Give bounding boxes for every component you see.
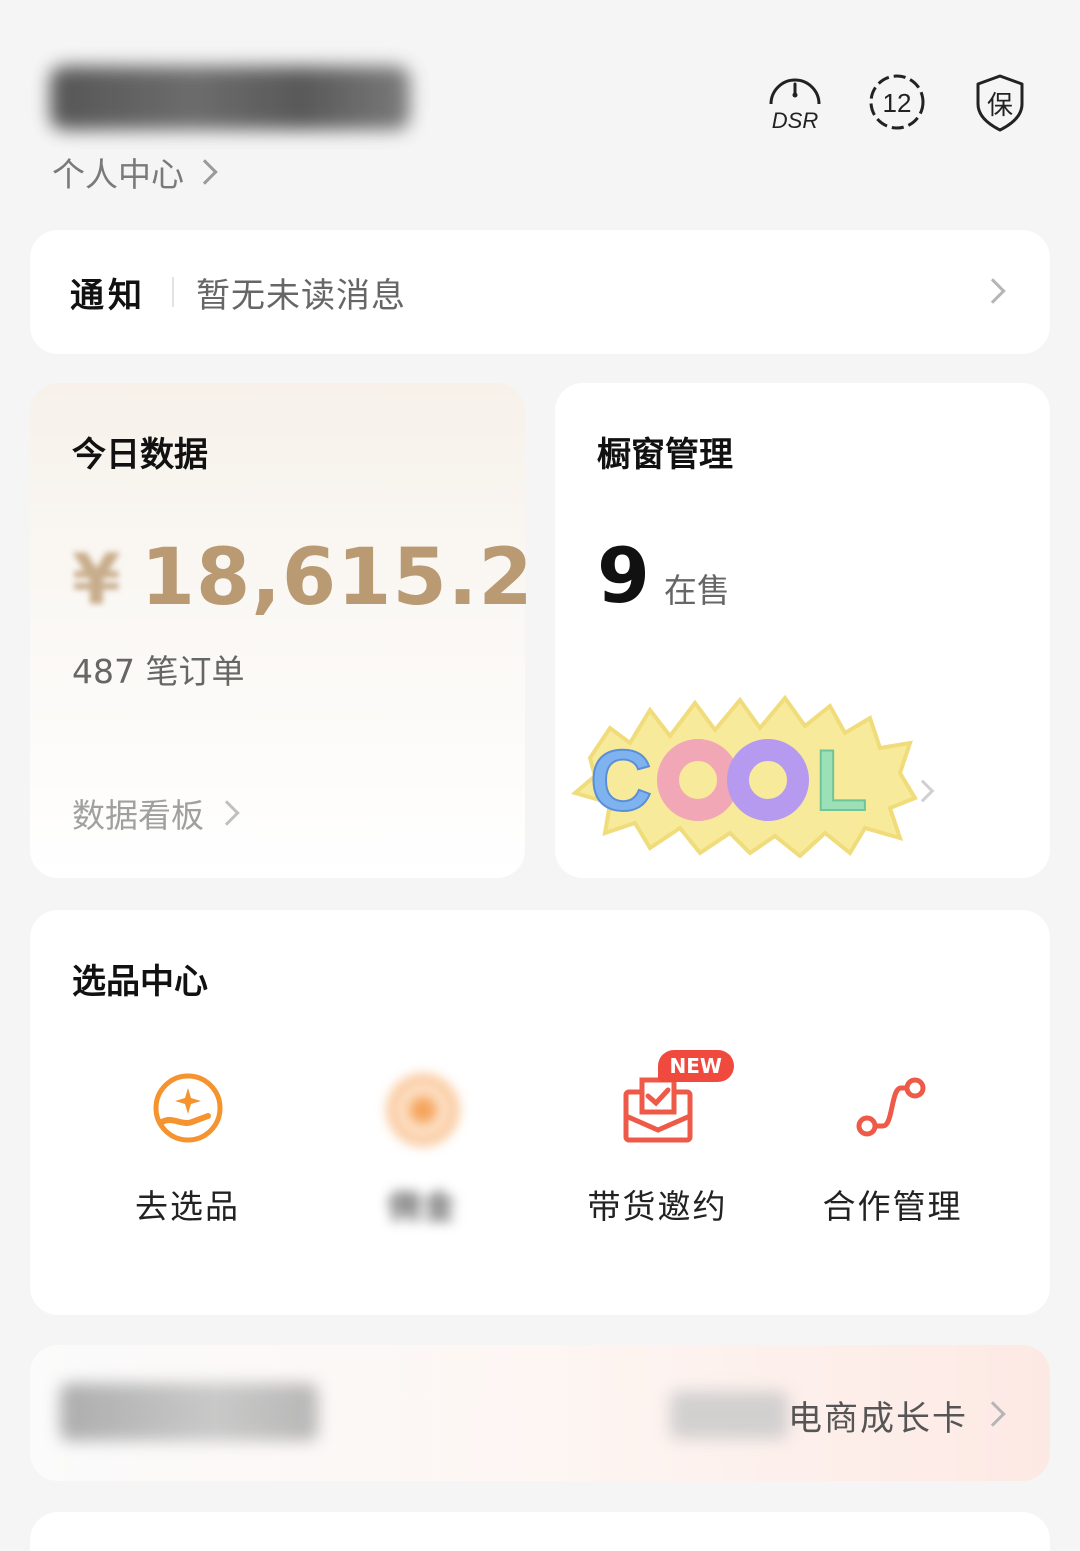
showcase-management-card[interactable]: 橱窗管理 9 在售 C L xyxy=(555,383,1050,878)
store-name-blurred xyxy=(50,66,410,130)
currency-symbol: ¥ xyxy=(72,539,121,621)
growth-blurred-text xyxy=(60,1383,318,1441)
sticker-text-l: L xyxy=(815,733,868,829)
notice-title: 通知 xyxy=(70,275,146,316)
profile-center-link[interactable]: 个人中心 xyxy=(52,150,218,194)
profile-link-label: 个人中心 xyxy=(52,155,184,194)
cool-sticker-image: C L xyxy=(570,694,918,858)
cooperation-label: 合作管理 xyxy=(822,1187,963,1226)
product-selection-card: 选品中心 去选品 佣金 NEW 带货邀约 合作管理 xyxy=(30,910,1050,1315)
shield-icon-label: 保 xyxy=(987,91,1013,121)
commission-icon xyxy=(383,1070,463,1150)
order-count: 487 笔订单 xyxy=(72,652,245,691)
growth-card-banner[interactable]: 电商成长卡 xyxy=(30,1345,1050,1481)
dsr-icon[interactable]: DSR xyxy=(763,70,827,134)
on-sale-number: 9 xyxy=(597,531,650,620)
on-sale-label: 在售 xyxy=(663,571,730,610)
chevron-right-icon xyxy=(980,1401,1006,1427)
chevron-right-icon xyxy=(192,159,218,185)
clock-12-icon[interactable]: 12 xyxy=(865,70,929,134)
amount-value: 18,615.2 xyxy=(140,533,534,623)
select-product-label: 去选品 xyxy=(135,1187,240,1226)
notice-card[interactable]: 通知 暂无未读消息 xyxy=(30,230,1050,354)
cooperation-button[interactable]: 合作管理 xyxy=(775,1070,1010,1228)
invite-button[interactable]: NEW 带货邀约 xyxy=(540,1050,775,1228)
select-product-button[interactable]: 去选品 xyxy=(70,1070,305,1228)
sales-amount: ¥ 18,615.2 xyxy=(72,533,534,623)
cooperation-icon xyxy=(853,1070,933,1150)
invite-mail-icon: NEW xyxy=(618,1050,734,1150)
commission-button[interactable]: 佣金 xyxy=(305,1070,540,1228)
on-sale-count: 9 在售 xyxy=(597,531,730,620)
chevron-right-icon xyxy=(214,800,240,826)
clock-icon-label: 12 xyxy=(883,88,912,118)
guarantee-shield-icon[interactable]: 保 xyxy=(968,70,1032,134)
selection-center-title: 选品中心 xyxy=(72,962,208,1002)
growth-blurred-text xyxy=(670,1391,788,1439)
notice-text: 暂无未读消息 xyxy=(196,275,406,316)
data-board-label: 数据看板 xyxy=(72,796,204,835)
selection-tools: 去选品 佣金 NEW 带货邀约 合作管理 xyxy=(30,1050,1050,1228)
next-card xyxy=(30,1512,1050,1551)
dsr-icon-label: DSR xyxy=(772,108,819,133)
showcase-title: 橱窗管理 xyxy=(597,435,733,475)
divider xyxy=(172,277,174,307)
select-product-icon xyxy=(148,1070,228,1150)
app-page: 个人中心 DSR 12 保 通知 暂无未读消息 今日数据 ¥ 18,615.2 … xyxy=(0,0,1080,1551)
invite-label: 带货邀约 xyxy=(587,1187,728,1226)
sticker-text-c: C xyxy=(590,733,652,829)
data-board-link[interactable]: 数据看板 xyxy=(72,789,240,837)
header: 个人中心 DSR 12 保 xyxy=(0,0,1080,210)
chevron-right-icon xyxy=(980,278,1006,304)
today-data-title: 今日数据 xyxy=(72,435,208,475)
new-badge: NEW xyxy=(657,1050,734,1082)
today-data-card[interactable]: 今日数据 ¥ 18,615.2 487 笔订单 数据看板 xyxy=(30,383,533,878)
growth-card-label: 电商成长卡 xyxy=(788,1399,968,1439)
commission-label: 佣金 xyxy=(387,1187,458,1226)
